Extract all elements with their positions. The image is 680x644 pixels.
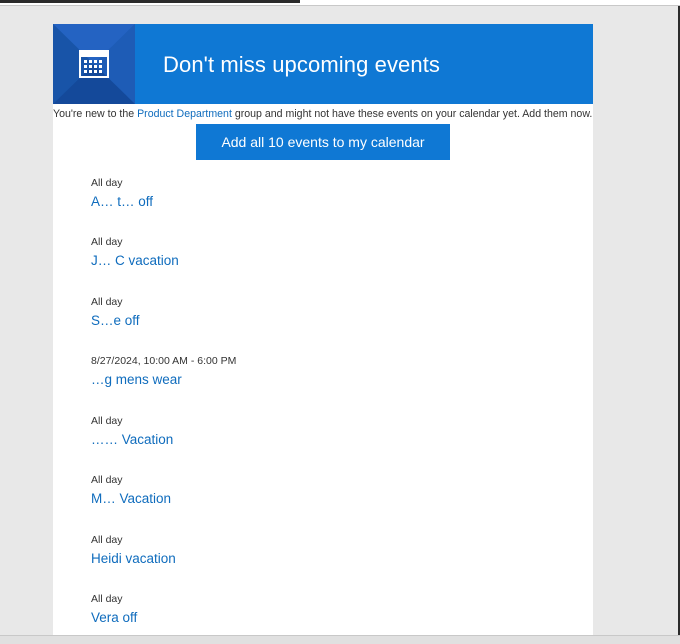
event-time: All day <box>91 296 123 308</box>
event-title-link[interactable]: S…e off <box>91 313 571 328</box>
event-time: All day <box>91 534 123 546</box>
list-item: All day Vera off <box>91 593 571 625</box>
event-title-link[interactable]: …… Vacation <box>91 432 571 447</box>
intro-text-before: You're new to the <box>53 108 138 120</box>
window-bottom-edge <box>0 635 680 644</box>
list-item: All day Heidi vacation <box>91 534 571 566</box>
list-item: 8/27/2024, 10:00 AM - 6:00 PM …g mens we… <box>91 355 571 387</box>
event-title-link[interactable]: J… C vacation <box>91 253 571 268</box>
window-top-edge <box>0 0 680 6</box>
list-item: All day A… t… off <box>91 177 571 209</box>
event-title-link[interactable]: Heidi vacation <box>91 551 571 566</box>
calendar-tile <box>53 24 135 104</box>
intro-text: You're new to the Product Department gro… <box>53 108 593 120</box>
list-item: All day …… Vacation <box>91 415 571 447</box>
list-item: All day M… Vacation <box>91 474 571 506</box>
event-time: All day <box>91 415 123 427</box>
group-link[interactable]: Product Department <box>137 108 232 120</box>
event-title-link[interactable]: A… t… off <box>91 194 571 209</box>
event-time: All day <box>91 177 123 189</box>
event-invitation-card: Don't miss upcoming events You're new to… <box>53 24 593 636</box>
event-time: All day <box>91 593 123 605</box>
calendar-icon <box>79 50 109 78</box>
event-time: 8/27/2024, 10:00 AM - 6:00 PM <box>91 355 237 367</box>
intro-text-after: group and might not have these events on… <box>231 108 593 120</box>
event-title-link[interactable]: M… Vacation <box>91 491 571 506</box>
list-item: All day J… C vacation <box>91 236 571 268</box>
event-time: All day <box>91 236 123 248</box>
event-title-link[interactable]: Vera off <box>91 610 571 625</box>
event-time: All day <box>91 474 123 486</box>
add-all-events-button[interactable]: Add all 10 events to my calendar <box>196 124 450 160</box>
banner-title: Don't miss upcoming events <box>163 52 441 77</box>
list-item: All day S…e off <box>91 296 571 328</box>
event-title-link[interactable]: …g mens wear <box>91 372 571 387</box>
header-banner: Don't miss upcoming events <box>53 24 593 104</box>
